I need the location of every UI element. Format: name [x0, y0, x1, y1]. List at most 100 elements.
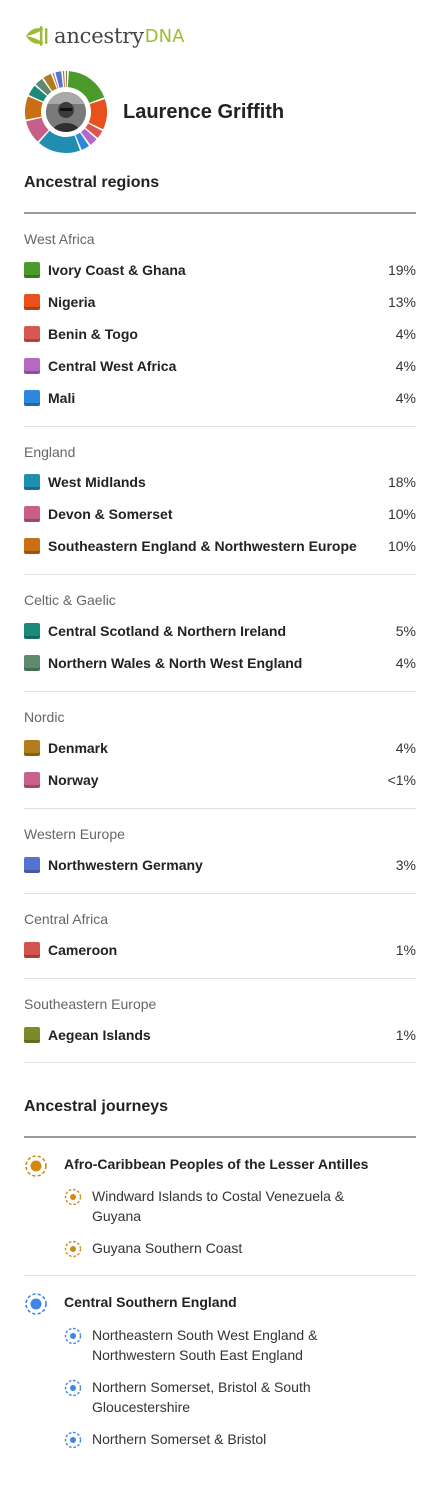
- region-name: Northern Wales & North West England: [48, 655, 303, 671]
- region-row-central-west-africa[interactable]: Central West Africa 4%: [24, 354, 416, 378]
- region-group-heading: West Africa: [24, 231, 95, 247]
- region-color-swatch: [24, 326, 40, 342]
- region-color-swatch: [24, 358, 40, 374]
- region-name: Benin & Togo: [48, 326, 138, 342]
- region-row-ivory-coast-ghana[interactable]: Ivory Coast & Ghana 19%: [24, 258, 416, 282]
- region-name: Mali: [48, 390, 76, 406]
- region-percentage: 1%: [395, 1027, 416, 1043]
- journey-blue-sub-icon: [64, 1327, 82, 1345]
- region-row-norway[interactable]: Norway <1%: [24, 768, 416, 792]
- region-color-swatch: [24, 772, 40, 788]
- journey-orange-icon: [25, 1155, 47, 1177]
- region-group-heading: Western Europe: [24, 826, 125, 842]
- region-percentage: 18%: [387, 474, 416, 490]
- region-percentage: 4%: [395, 655, 416, 671]
- journey-blue-sub-icon: [64, 1431, 82, 1449]
- region-name: Northwestern Germany: [48, 857, 203, 873]
- region-percentage: 10%: [387, 538, 416, 554]
- region-color-swatch: [24, 857, 40, 873]
- region-row-aegean-islands[interactable]: Aegean Islands 1%: [24, 1023, 416, 1047]
- donut-segment: [55, 71, 63, 88]
- donut-segment: [38, 130, 80, 153]
- region-row-benin-togo[interactable]: Benin & Togo 4%: [24, 322, 416, 346]
- profile-name: Laurence Griffith: [123, 100, 285, 123]
- journey-sub-name: Northeastern South West England & Northw…: [92, 1327, 318, 1363]
- region-name: West Midlands: [48, 474, 146, 490]
- region-percentage: 4%: [395, 326, 416, 342]
- region-color-swatch: [24, 942, 40, 958]
- region-row-nigeria[interactable]: Nigeria 13%: [24, 290, 416, 314]
- region-percentage: 10%: [387, 506, 416, 522]
- group-divider: [24, 1062, 416, 1063]
- journey-orange-sub-icon: [64, 1188, 82, 1206]
- profile-header: Laurence Griffith: [24, 67, 416, 157]
- region-percentage: 13%: [387, 294, 416, 310]
- region-group-heading: Central Africa: [24, 911, 109, 927]
- region-color-swatch: [24, 506, 40, 522]
- region-percentage: 5%: [395, 623, 416, 639]
- group-divider: [24, 691, 416, 692]
- donut-segment: [88, 98, 107, 130]
- region-name: Denmark: [48, 740, 108, 756]
- region-color-swatch: [24, 655, 40, 671]
- region-group-heading: Nordic: [24, 709, 65, 725]
- region-row-northwestern-germany[interactable]: Northwestern Germany 3%: [24, 853, 416, 877]
- region-color-swatch: [24, 294, 40, 310]
- section-divider: [24, 212, 416, 214]
- region-row-west-midlands[interactable]: West Midlands 18%: [24, 470, 416, 494]
- region-name: Nigeria: [48, 294, 96, 310]
- region-percentage: 4%: [395, 740, 416, 756]
- group-divider: [24, 893, 416, 894]
- region-name: Central West Africa: [48, 358, 177, 374]
- journey-orange-sub-icon: [64, 1240, 82, 1258]
- region-color-swatch: [24, 390, 40, 406]
- region-name: Southeastern England & Northwestern Euro…: [48, 538, 357, 554]
- group-divider: [24, 808, 416, 809]
- region-percentage: 1%: [395, 942, 416, 958]
- region-color-swatch: [24, 262, 40, 278]
- avatar-photo: [46, 92, 86, 132]
- region-percentage: 4%: [395, 358, 416, 374]
- region-color-swatch: [24, 474, 40, 490]
- ethnicity-donut-chart[interactable]: [24, 70, 108, 154]
- donut-segment: [65, 71, 68, 88]
- journey-divider: [24, 1275, 416, 1276]
- region-name: Norway: [48, 772, 99, 788]
- region-row-mali[interactable]: Mali 4%: [24, 386, 416, 410]
- region-color-swatch: [24, 1027, 40, 1043]
- region-row-northern-wales[interactable]: Northern Wales & North West England 4%: [24, 651, 416, 675]
- region-name: Cameroon: [48, 942, 118, 958]
- logo-dna-suffix: DNA: [144, 25, 185, 47]
- region-row-cameroon[interactable]: Cameroon 1%: [24, 938, 416, 962]
- journey-sub-name: Northern Somerset & Bristol: [92, 1431, 267, 1447]
- region-name: Central Scotland & Northern Ireland: [48, 623, 287, 639]
- region-row-denmark[interactable]: Denmark 4%: [24, 736, 416, 760]
- region-color-swatch: [24, 623, 40, 639]
- region-row-devon-somerset[interactable]: Devon & Somerset 10%: [24, 502, 416, 526]
- region-group-heading: England: [24, 444, 76, 460]
- region-name: Devon & Somerset: [48, 506, 173, 522]
- ancestry-dna-logo[interactable]: ancestry DNA: [24, 20, 184, 52]
- journey-sub-name: Northern Somerset, Bristol & South Glouc…: [92, 1379, 311, 1415]
- region-percentage: 4%: [395, 390, 416, 406]
- region-percentage: 3%: [395, 857, 416, 873]
- group-divider: [24, 978, 416, 979]
- donut-segment: [62, 71, 65, 88]
- region-group-heading: Southeastern Europe: [24, 996, 157, 1012]
- region-color-swatch: [24, 538, 40, 554]
- ancestral-regions-heading: Ancestral regions: [24, 174, 160, 191]
- region-color-swatch: [24, 740, 40, 756]
- journey-blue-icon: [25, 1293, 47, 1315]
- avatar[interactable]: [46, 92, 86, 132]
- group-divider: [24, 574, 416, 575]
- region-row-southeastern-england[interactable]: Southeastern England & Northwestern Euro…: [24, 534, 416, 558]
- section-divider: [24, 1136, 416, 1138]
- journey-name: Central Southern England: [64, 1294, 237, 1310]
- journey-sub-name: Windward Islands to Costal Venezuela & G…: [92, 1188, 345, 1224]
- region-row-central-scotland[interactable]: Central Scotland & Northern Ireland 5%: [24, 619, 416, 643]
- journey-blue-sub-icon: [64, 1379, 82, 1397]
- region-percentage: 19%: [387, 262, 416, 278]
- logo-wordmark: ancestry: [54, 24, 144, 48]
- region-name: Aegean Islands: [48, 1027, 151, 1043]
- leaf-icon: [26, 26, 48, 46]
